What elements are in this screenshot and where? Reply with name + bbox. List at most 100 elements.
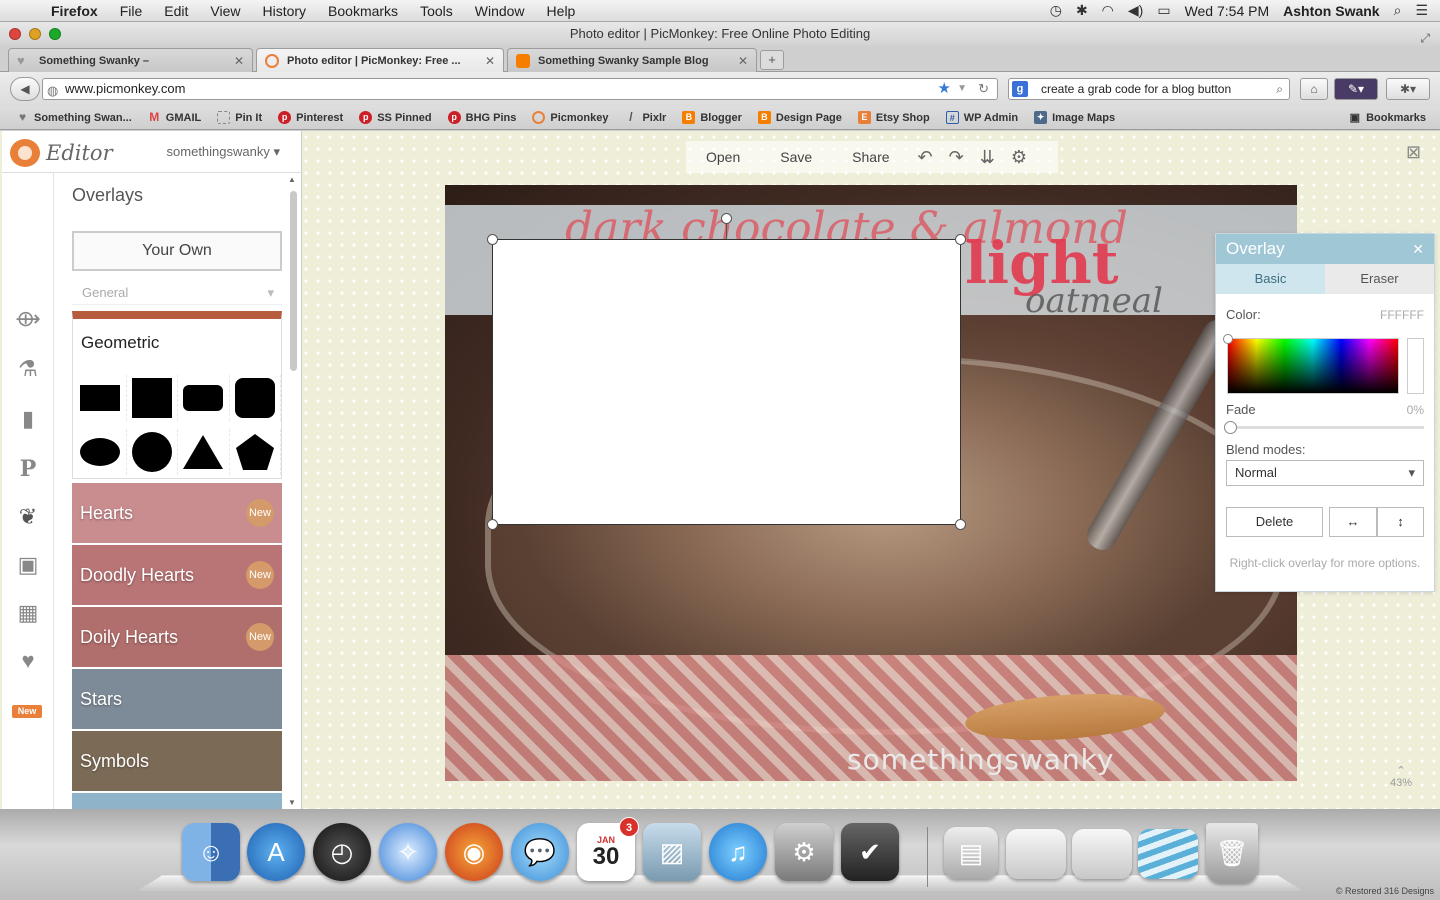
menu-file[interactable]: File [109,3,154,19]
share-button[interactable]: Share [832,149,909,165]
close-tab-icon[interactable]: ✕ [485,54,495,68]
bookmark-pin-it[interactable]: Pin It [209,111,270,124]
fade-slider[interactable] [1224,421,1424,434]
category-stars[interactable]: Stars [72,669,282,729]
menubar-user[interactable]: Ashton Swank [1283,3,1379,19]
textures-icon[interactable]: ▦ [14,599,42,627]
bookmark-bhg-pins[interactable]: p BHG Pins [440,111,525,124]
flip-horizontal-icon[interactable]: ↔ [1329,507,1377,537]
volume-icon[interactable]: ◀) [1128,2,1143,19]
basic-edits-icon[interactable]: ⟴ [14,305,42,333]
bookmark-design-page[interactable]: B Design Page [750,111,850,124]
panel-scrollbar[interactable]: ▲ ▼ [288,173,298,809]
overlays-butterfly-icon[interactable]: ❦ [14,503,42,531]
shape-rounded-rectangle[interactable] [178,375,230,421]
reload-icon[interactable]: ↻ [978,79,989,99]
close-window-button[interactable] [9,28,21,40]
wifi-icon[interactable]: ◠ [1102,2,1114,19]
google-search-icon[interactable]: g [1012,81,1028,97]
fade-slider-knob[interactable] [1224,421,1237,434]
text-icon[interactable]: P [14,455,42,483]
scroll-up-icon[interactable]: ▲ [288,175,296,184]
bookmark-gmail[interactable]: M GMAIL [140,111,209,124]
category-doily-hearts[interactable]: Doily Hearts New [72,607,282,667]
bookmarks-menu[interactable]: ▣ Bookmarks [1350,111,1440,125]
minimize-window-button[interactable] [29,28,41,40]
menu-window[interactable]: Window [464,3,536,19]
menu-view[interactable]: View [199,3,251,19]
settings-gear-icon[interactable]: ⚙ [1003,147,1035,168]
bookmark-ss-pinned[interactable]: p SS Pinned [351,111,439,124]
url-dropdown-icon[interactable]: ▼ [957,79,967,99]
bookmark-pixlr[interactable]: / Pixlr [616,111,674,124]
flip-vertical-icon[interactable]: ↕ [1377,507,1424,537]
color-hex-value[interactable]: FFFFFF [1380,308,1424,322]
scrollbar-thumb[interactable] [290,191,297,371]
white-rectangle-overlay[interactable] [492,239,961,525]
shape-rounded-square[interactable] [230,375,281,421]
bookmark-something-swanky[interactable]: ♥ Something Swan... [8,111,140,124]
shape-circle[interactable] [127,429,178,475]
dashboard-icon[interactable]: ◴ [313,823,371,881]
redo-icon[interactable]: ↷ [941,147,972,168]
tab-something-swanky[interactable]: ♥ Something Swanky – ✕ [8,48,253,72]
zoom-up-icon[interactable]: ⌃ [1390,764,1412,777]
shape-square[interactable] [127,375,178,421]
bluetooth-icon[interactable]: ✱ [1076,2,1088,19]
iphoto-icon[interactable]: ▨ [643,823,701,881]
zoom-window-button[interactable] [49,28,61,40]
itunes-icon[interactable]: ♫ [709,823,767,881]
menubar-clock[interactable]: Wed 7:54 PM [1185,3,1270,19]
chevron-pattern-thumbnail[interactable] [1138,829,1198,879]
rotate-handle[interactable] [721,213,732,224]
tab-basic[interactable]: Basic [1216,264,1325,294]
safari-window-thumbnail[interactable] [1072,829,1132,879]
bookmark-star-icon[interactable]: ★ [938,79,951,99]
scroll-down-icon[interactable]: ▼ [288,798,296,807]
bookmark-blogger[interactable]: B Blogger [674,111,750,124]
tab-eraser[interactable]: Eraser [1325,264,1434,294]
finder-icon[interactable]: ☺ [182,823,240,881]
frames-icon[interactable]: ▣ [14,551,42,579]
app-store-icon[interactable]: A [247,823,305,881]
shape-rectangle[interactable] [75,375,127,421]
resize-handle-bottom-left[interactable] [487,519,498,530]
url-bar[interactable]: ◍ www.picmonkey.com ★ ▼ ↻ [42,78,998,100]
back-button[interactable]: ◀ [10,77,40,101]
category-doodly-hearts[interactable]: Doodly Hearts New [72,545,282,605]
category-next[interactable] [72,793,282,809]
shape-pentagon[interactable] [230,429,281,475]
search-bar[interactable]: g create a grab code for a blog button ⌕ [1008,78,1290,100]
user-menu[interactable]: somethingswanky ▾ [167,144,280,160]
bookmark-image-maps[interactable]: ✦ Image Maps [1026,111,1123,124]
safari-icon[interactable]: ✧ [379,823,437,881]
open-button[interactable]: Open [686,149,760,165]
save-button[interactable]: Save [760,149,832,165]
picmonkey-logo[interactable]: Editor [10,139,113,167]
close-tab-icon[interactable]: ✕ [738,54,748,68]
themes-icon[interactable]: ♥ [14,647,42,675]
resize-handle-bottom-right[interactable] [955,519,966,530]
calendar-icon[interactable]: JAN 30 3 [577,817,639,881]
close-icon[interactable]: ✕ [1412,234,1424,264]
shape-oval[interactable] [75,429,127,475]
color-picker-spectrum[interactable] [1223,334,1399,394]
menu-app-name[interactable]: Firefox [40,3,109,19]
time-machine-icon[interactable]: ◷ [1050,2,1062,19]
messages-icon[interactable]: 💬 [511,823,569,881]
blend-mode-select[interactable]: Normal [1226,460,1424,486]
zoom-control[interactable]: ⌃ 43% [1390,764,1412,789]
touch-up-lipstick-icon[interactable]: ▮ [14,405,42,433]
color-picker-extension-button[interactable]: ✎▾ [1334,78,1378,100]
tab-picmonkey[interactable]: Photo editor | PicMonkey: Free ... ✕ [256,48,504,72]
general-dropdown[interactable]: General [72,281,282,305]
extension-menu-button[interactable]: ✱▾ [1386,78,1430,100]
tab-sample-blog[interactable]: Something Swanky Sample Blog ✕ [507,48,757,72]
resize-handle-top-right[interactable] [955,234,966,245]
spotlight-icon[interactable]: ⌕ [1394,2,1402,19]
color-picker-handle[interactable] [1223,334,1233,344]
notification-center-icon[interactable]: ☰ [1415,2,1428,19]
undo-icon[interactable]: ↶ [910,147,941,168]
menu-bookmarks[interactable]: Bookmarks [317,3,409,19]
home-button[interactable]: ⌂ [1300,78,1328,100]
